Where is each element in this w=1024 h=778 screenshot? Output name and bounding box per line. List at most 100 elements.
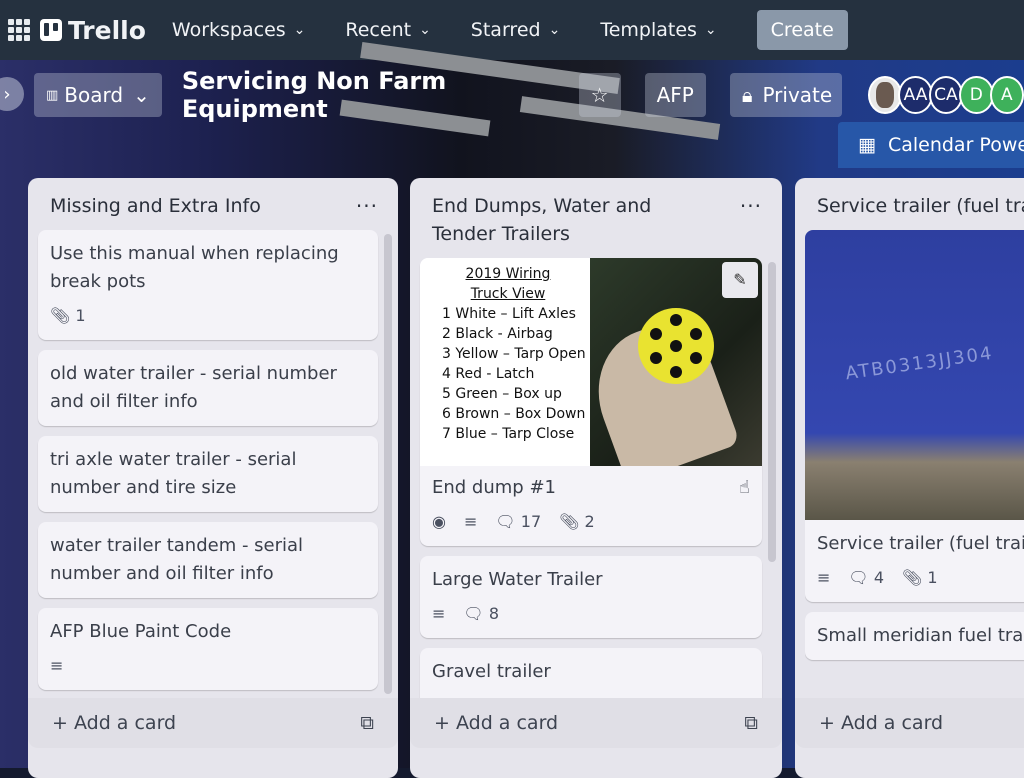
calendar-icon: ▦ (858, 134, 876, 156)
edit-card-button[interactable]: ✎ (722, 262, 758, 298)
comment-icon: 🗨︎ 17 (495, 512, 542, 531)
list-scrollbar[interactable] (768, 262, 776, 562)
description-icon: ≡ (817, 568, 831, 587)
top-nav: Trello Workspaces ⌄ Recent ⌄ Starred ⌄ Temp… (0, 0, 1024, 60)
comment-icon: 🗨︎ 4 (848, 568, 884, 587)
hand-cursor-icon: ☝︎ (739, 477, 750, 498)
watch-icon: ◉ (432, 512, 446, 531)
chevron-down-icon: ⌄ (419, 22, 431, 38)
card[interactable]: Small meridian fuel trailer (805, 612, 1024, 660)
cover-heading: Truck View (470, 286, 546, 302)
card-cover: 2019 Wiring Truck View 1 White – Lift Ax… (420, 258, 762, 466)
powerup-label: Calendar Power-Up (887, 134, 1024, 156)
view-label: Board (64, 83, 124, 107)
avatar[interactable]: CA (928, 76, 964, 114)
add-card-label: Add a card (73, 712, 177, 734)
visibility-label: Private (762, 83, 833, 107)
card[interactable]: old water trailer - serial number and oi… (38, 350, 378, 426)
list-title[interactable]: End Dumps, Water and Tender Trailers (432, 192, 712, 248)
template-icon[interactable]: ⧉ (360, 712, 374, 734)
cover-line: 6 Brown – Box Down (442, 406, 586, 422)
cover-line: 7 Blue – Tarp Close (442, 426, 575, 442)
nav-workspaces[interactable]: Workspaces ⌄ (172, 19, 305, 41)
nav-label: Workspaces (171, 19, 286, 41)
app-switcher-icon[interactable] (8, 19, 30, 41)
member-photo (876, 82, 895, 108)
plus-icon: + (52, 712, 74, 734)
attachment-count: 2 (584, 512, 595, 531)
nav-recent[interactable]: Recent ⌄ (345, 19, 430, 41)
chevron-down-icon: ⌄ (704, 22, 717, 38)
nav-label: Starred (470, 19, 541, 41)
card-title: Small meridian fuel trailer (817, 625, 1024, 646)
board-title[interactable]: Servicing Non Farm Equipment (182, 67, 557, 123)
card[interactable]: ATB0313JJ304 Service trailer (fuel trail… (805, 230, 1024, 602)
pencil-icon: ✎ (733, 270, 747, 289)
avatar[interactable]: AA (898, 76, 933, 114)
plus-icon: + (819, 712, 841, 734)
template-icon[interactable]: ⧉ (744, 712, 758, 734)
star-button[interactable]: ☆ (578, 73, 621, 117)
comment-count: 17 (520, 512, 542, 531)
card[interactable]: tri axle water trailer - serial number a… (38, 436, 378, 512)
description-icon: ≡ (50, 656, 64, 675)
chevron-down-icon: ⌄ (133, 83, 150, 107)
card-title: old water trailer - serial number and oi… (50, 363, 337, 412)
lock-icon: 🔒︎ (741, 83, 753, 107)
trello-logo[interactable]: Trello (40, 16, 146, 45)
board-header: › ▥ Board ⌄ Servicing Non Farm Equipment ☆… (0, 67, 1024, 123)
comment-icon: 🗨︎ 8 (463, 604, 499, 623)
star-icon: ☆ (590, 83, 609, 107)
attachment-count: 1 (927, 568, 938, 587)
cover-serial-text: ATB0313JJ304 (844, 342, 995, 385)
create-button[interactable]: Create (756, 10, 848, 50)
nav-templates[interactable]: Templates ⌄ (600, 19, 716, 41)
brand-name: Trello (68, 15, 146, 45)
more-icon[interactable]: ··· (740, 192, 762, 248)
attachment-icon: 📎︎ 2 (559, 512, 595, 531)
card[interactable]: Use this manual when replacing break pot… (38, 230, 378, 340)
add-card-button[interactable]: + Add a card ⧉ (410, 698, 782, 748)
cover-line: 2 Black - Airbag (442, 326, 553, 342)
card-title: Large Water Trailer (432, 569, 603, 590)
card-cover: ATB0313JJ304 (805, 230, 1024, 520)
card[interactable]: water trailer tandem - serial number and… (38, 522, 378, 598)
card[interactable]: 2019 Wiring Truck View 1 White – Lift Ax… (420, 258, 762, 546)
attachment-icon: 📎︎ 1 (50, 306, 86, 325)
expand-sidebar-button[interactable]: › (0, 77, 24, 111)
list-title[interactable]: Missing and Extra Info (50, 192, 261, 220)
more-icon[interactable]: ··· (356, 192, 378, 220)
avatar[interactable]: A (989, 76, 1024, 114)
add-card-button[interactable]: + Add a card (795, 698, 1024, 748)
cover-heading: 2019 Wiring (465, 266, 551, 282)
comment-count: 8 (488, 604, 499, 623)
nav-label: Templates (600, 19, 697, 41)
wiring-chart: 2019 Wiring Truck View 1 White – Lift Ax… (420, 258, 590, 466)
avatar[interactable] (867, 76, 903, 114)
list-title[interactable]: Service trailer (fuel trailer) (817, 192, 1024, 220)
card[interactable]: Large Water Trailer ≡ 🗨︎ 8 (420, 556, 762, 638)
cover-line: 1 White – Lift Axles (442, 306, 576, 322)
avatar[interactable]: D (959, 76, 994, 114)
plus-icon: + (434, 712, 456, 734)
chevron-down-icon: ⌄ (548, 22, 561, 38)
board-view-switcher[interactable]: ▥ Board ⌄ (34, 73, 162, 117)
card-title: End dump #1 (432, 477, 556, 498)
nav-label: Recent (345, 19, 412, 41)
list-service-trailer: Service trailer (fuel trailer) ATB0313JJ… (795, 178, 1024, 778)
workspace-button[interactable]: AFP (644, 73, 706, 117)
description-icon: ≡ (463, 512, 478, 531)
card[interactable]: AFP Blue Paint Code ≡ (38, 608, 378, 690)
list-scrollbar[interactable] (384, 234, 392, 694)
attachment-count: 1 (75, 306, 86, 325)
board-icon: ▥ (46, 87, 59, 103)
visibility-button[interactable]: 🔒︎ Private (729, 73, 842, 117)
card-title: AFP Blue Paint Code (50, 621, 232, 642)
add-card-button[interactable]: + Add a card ⧉ (28, 698, 398, 748)
cover-line: 3 Yellow – Tarp Open (442, 346, 586, 362)
comment-count: 4 (873, 568, 884, 587)
card-title: Service trailer (fuel trailer) (817, 533, 1024, 554)
chevron-down-icon: ⌄ (293, 22, 306, 38)
nav-starred[interactable]: Starred ⌄ (471, 19, 561, 41)
calendar-powerup-button[interactable]: ▦ Calendar Power-Up (838, 122, 1024, 168)
